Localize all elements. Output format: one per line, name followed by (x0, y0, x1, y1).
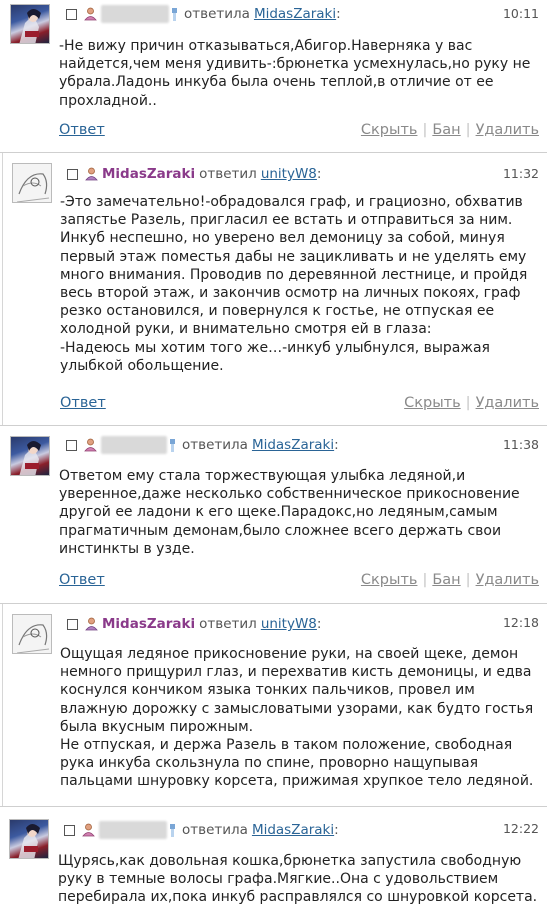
reply-target-link[interactable]: MidasZaraki (252, 437, 334, 453)
comment-time: 12:22 (502, 821, 539, 836)
colon: : (316, 616, 322, 632)
badge-icon (169, 823, 176, 837)
ban-link[interactable]: Бан (432, 122, 460, 138)
colon: : (316, 166, 322, 182)
female-user-icon (84, 7, 97, 21)
comment-header: ответила MidasZaraki: (66, 435, 339, 455)
avatar[interactable] (12, 163, 52, 203)
comment-text: Ответом ему стала торжествующая улыбка л… (59, 467, 539, 558)
reply-link[interactable]: Ответ (60, 395, 106, 411)
colon: : (334, 437, 339, 453)
comment-time: 10:11 (502, 6, 539, 21)
comment-text-content: Ответом ему стала торжествующая улыбка л… (59, 468, 525, 557)
select-checkbox[interactable] (67, 168, 78, 180)
comment-text-content: Ощущая ледяное прикосновение руки, на св… (60, 646, 534, 790)
comment-text-content: -Это замечательно!-обрадовался граф, и г… (60, 194, 528, 374)
avatar[interactable] (10, 436, 50, 476)
hide-link[interactable]: Скрыть (404, 395, 461, 411)
badge-icon (171, 7, 178, 21)
hide-link[interactable]: Скрыть (361, 122, 418, 138)
colon: : (334, 822, 339, 838)
delete-link[interactable]: Удалить (476, 572, 539, 588)
comment-text: Ощущая ледяное прикосновение руки, на св… (60, 645, 539, 791)
user-icon (85, 167, 98, 181)
female-user-icon (82, 823, 95, 837)
select-checkbox[interactable] (64, 824, 75, 836)
reply-target-link[interactable]: unityW8 (261, 616, 317, 632)
ban-link[interactable]: Бан (432, 572, 460, 588)
reply-verb: ответила (184, 6, 250, 22)
comment-actions: Ответ Скрыть | Бан | Удалить (59, 122, 539, 138)
comment-time: 11:32 (502, 166, 539, 181)
female-user-icon (84, 438, 97, 452)
author-name[interactable]: MidasZaraki (102, 166, 195, 182)
comment-actions: Ответ Скрыть | Удалить (60, 395, 539, 411)
author-name-redacted[interactable] (101, 5, 169, 23)
delete-link[interactable]: Удалить (476, 395, 539, 411)
comment-actions: Ответ Скрыть | Бан | Удалить (59, 572, 539, 588)
comment-text-content: Щурясь,как довольная кошка,брюнетка запу… (58, 853, 538, 906)
user-icon (85, 617, 98, 631)
comment-text: Щурясь,как довольная кошка,брюнетка запу… (58, 852, 539, 907)
comment-header: ответила MidasZaraki: (64, 820, 339, 840)
comment-text: -Это замечательно!-обрадовался граф, и г… (60, 193, 539, 375)
comment-time: 12:18 (502, 615, 539, 630)
select-checkbox[interactable] (66, 439, 77, 451)
reply-verb: ответил (199, 616, 257, 632)
delete-link[interactable]: Удалить (476, 122, 539, 138)
reply-target-link[interactable]: unityW8 (261, 166, 317, 182)
author-name[interactable]: MidasZaraki (102, 616, 195, 632)
comment: ответила MidasZaraki: 10:11 -Не вижу при… (0, 0, 547, 152)
author-name-redacted[interactable] (99, 821, 167, 839)
comment: MidasZaraki ответил unityW8: 12:18 Ощуща… (2, 604, 547, 806)
reply-target-link[interactable]: MidasZaraki (252, 822, 334, 838)
comment: ответила MidasZaraki: 11:38 Ответом ему … (0, 426, 547, 603)
comment-text: -Не вижу причин отказываться,Абигор.Наве… (59, 37, 539, 110)
hide-link[interactable]: Скрыть (361, 572, 418, 588)
reply-verb: ответила (182, 822, 248, 838)
comment: ответила MidasZaraki: 12:22 Щурясь,как д… (0, 807, 547, 920)
comment: MidasZaraki ответил unityW8: 11:32 -Это … (2, 153, 547, 425)
avatar[interactable] (9, 819, 49, 859)
comment-text-content: -Не вижу причин отказываться,Абигор.Наве… (59, 38, 535, 109)
comment-time: 11:38 (502, 437, 539, 452)
reply-target-link[interactable]: MidasZaraki (254, 6, 336, 22)
comment-header: MidasZaraki ответил unityW8: (67, 614, 321, 634)
reply-verb: ответил (199, 166, 257, 182)
reply-link[interactable]: Ответ (59, 572, 105, 588)
select-checkbox[interactable] (66, 8, 77, 20)
select-checkbox[interactable] (67, 618, 78, 630)
author-name-redacted[interactable] (101, 436, 167, 454)
comment-header: MidasZaraki ответил unityW8: (67, 164, 321, 184)
reply-link[interactable]: Ответ (59, 122, 105, 138)
colon: : (336, 6, 341, 22)
avatar[interactable] (12, 614, 52, 654)
comment-header: ответила MidasZaraki: (66, 4, 341, 24)
avatar[interactable] (10, 4, 50, 44)
badge-icon (169, 438, 176, 452)
reply-verb: ответила (182, 437, 248, 453)
